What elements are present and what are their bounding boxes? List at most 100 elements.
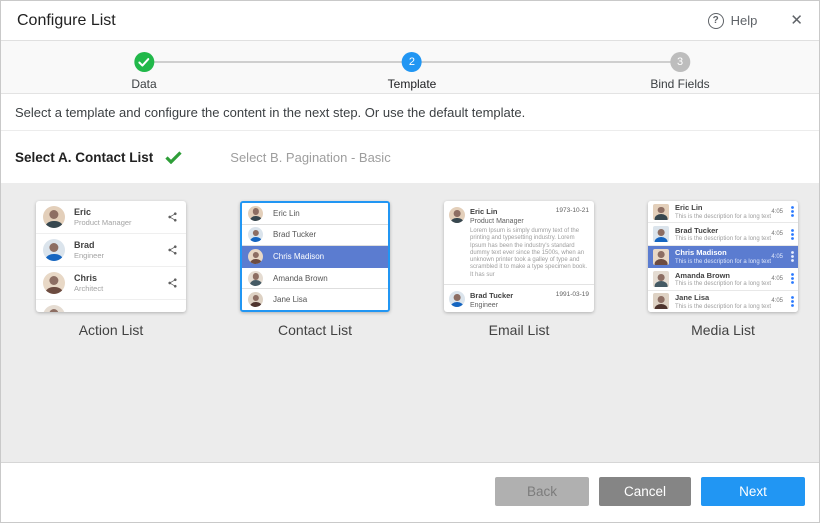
media-description: This is the description for a long text: [675, 304, 765, 310]
kebab-menu-icon: [791, 296, 794, 307]
avatar: [43, 206, 65, 228]
list-item: Brad Tucker This is the description for …: [648, 223, 798, 245]
step-bind-fields[interactable]: 3 Bind Fields: [650, 52, 709, 91]
contact-role: Product Manager: [470, 218, 556, 225]
contact-name: Amanda Brown: [273, 274, 328, 283]
list-item: Amanda: [36, 300, 186, 312]
close-icon[interactable]: ✕: [790, 13, 803, 28]
media-duration: 4:05: [771, 254, 783, 260]
step-active-circle[interactable]: 2: [402, 52, 422, 72]
contact-name: Eric: [74, 207, 167, 217]
select-a-contact-list[interactable]: Select A. Contact List: [15, 150, 153, 165]
list-item: Amanda Brown: [242, 268, 388, 290]
email-body: Lorem Ipsum is simply dummy text of the …: [470, 228, 589, 279]
contact-name: Amanda: [74, 311, 178, 312]
kebab-menu-icon: [791, 206, 794, 217]
dialog-footer: Back Cancel Next: [1, 463, 819, 520]
contact-name: Eric Lin: [470, 207, 556, 216]
contact-name: Chris Madison: [273, 252, 324, 261]
media-list-card[interactable]: Eric Lin This is the description for a l…: [648, 201, 798, 312]
avatar: [449, 207, 465, 223]
list-item: Eric Lin Product Manager 1973-10-21 Lore…: [444, 201, 594, 285]
select-b-pagination-basic[interactable]: Select B. Pagination - Basic: [230, 150, 390, 165]
contact-name: Eric Lin: [675, 203, 765, 212]
media-description: This is the description for a long text: [675, 214, 765, 220]
help-button[interactable]: Help: [731, 13, 758, 28]
list-item: Amanda Brown This is the description for…: [648, 268, 798, 290]
avatar: [449, 291, 465, 307]
template-gallery: Eric Product Manager Brad Engineer Chris…: [1, 183, 819, 463]
email-date: 1991-03-19: [556, 291, 589, 309]
list-item: Jane Lisa This is the description for a …: [648, 291, 798, 312]
selected-check-icon: [165, 151, 182, 164]
contact-name: Amanda Brown: [675, 271, 765, 280]
contact-role: Architect: [74, 284, 167, 293]
media-duration: 4:05: [771, 276, 783, 282]
action-list-card[interactable]: Eric Product Manager Brad Engineer Chris…: [36, 201, 186, 312]
template-label-action-list: Action List: [36, 322, 186, 338]
list-item-selected: Chris Madison This is the description fo…: [648, 246, 798, 268]
contact-name: Brad Tucker: [470, 291, 556, 300]
template-option-contact-list: Eric Lin Brad Tucker Chris Madison Amand…: [240, 201, 390, 462]
header-actions: ? Help ✕: [708, 13, 803, 29]
dialog-header: Configure List ? Help ✕: [1, 1, 819, 41]
instruction-text: Select a template and configure the cont…: [1, 94, 819, 131]
contact-role: Engineer: [470, 302, 556, 309]
contact-name: Eric Lin: [273, 209, 300, 218]
page-title: Configure List: [17, 12, 116, 30]
avatar: [653, 293, 669, 309]
contact-name: Jane Lisa: [273, 295, 307, 304]
avatar: [43, 239, 65, 261]
avatar: [653, 271, 669, 287]
template-option-email-list: Eric Lin Product Manager 1973-10-21 Lore…: [444, 201, 594, 462]
kebab-menu-icon: [791, 229, 794, 240]
step-complete-circle[interactable]: [134, 52, 154, 72]
media-description: This is the description for a long text: [675, 281, 765, 287]
contact-name: Brad: [74, 240, 167, 250]
avatar: [248, 249, 263, 264]
template-option-action-list: Eric Product Manager Brad Engineer Chris…: [36, 201, 186, 462]
step-template[interactable]: 2 Template: [388, 52, 437, 91]
list-item: Jane Lisa: [242, 289, 388, 310]
step-data[interactable]: Data: [131, 52, 156, 91]
template-label-contact-list: Contact List: [240, 322, 390, 338]
list-item: Brad Engineer: [36, 234, 186, 267]
next-button[interactable]: Next: [701, 477, 805, 506]
back-button[interactable]: Back: [495, 477, 589, 506]
list-item: Chris Architect: [36, 267, 186, 300]
avatar: [653, 249, 669, 265]
email-list-card[interactable]: Eric Lin Product Manager 1973-10-21 Lore…: [444, 201, 594, 312]
step-label-template: Template: [388, 77, 437, 91]
share-icon: [167, 211, 178, 223]
media-duration: 4:05: [771, 209, 783, 215]
kebab-menu-icon: [791, 251, 794, 262]
share-icon: [167, 277, 178, 289]
list-item: Eric Lin: [242, 203, 388, 225]
contact-list-card[interactable]: Eric Lin Brad Tucker Chris Madison Amand…: [240, 201, 390, 312]
media-duration: 4:05: [771, 231, 783, 237]
email-date: 1973-10-21: [556, 207, 589, 225]
contact-name: Brad Tucker: [273, 230, 316, 239]
avatar: [248, 227, 263, 242]
contact-role: Engineer: [74, 251, 167, 260]
check-icon: [138, 58, 149, 67]
avatar: [248, 206, 263, 221]
help-icon[interactable]: ?: [708, 13, 724, 29]
cancel-button[interactable]: Cancel: [599, 477, 691, 506]
avatar: [43, 272, 65, 294]
step-label-data: Data: [131, 77, 156, 91]
share-icon: [167, 244, 178, 256]
list-item: Eric Product Manager: [36, 201, 186, 234]
template-label-media-list: Media List: [648, 322, 798, 338]
avatar: [653, 226, 669, 242]
avatar: [43, 305, 65, 312]
list-item: Brad Tucker Engineer 1991-03-19 Lorem Ip…: [444, 285, 594, 312]
list-item: Eric Lin This is the description for a l…: [648, 201, 798, 223]
step-label-bind-fields: Bind Fields: [650, 77, 709, 91]
list-item: Brad Tucker: [242, 225, 388, 247]
contact-name: Brad Tucker: [675, 226, 765, 235]
media-duration: 4:05: [771, 298, 783, 304]
kebab-menu-icon: [791, 273, 794, 284]
step-pending-circle[interactable]: 3: [670, 52, 690, 72]
avatar: [248, 271, 263, 286]
